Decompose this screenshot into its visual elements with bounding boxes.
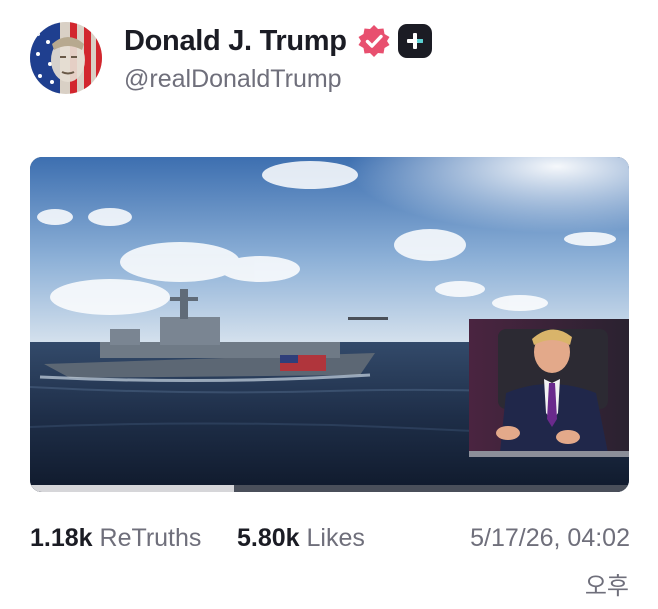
video-frame [30, 157, 629, 492]
author-name-row: Donald J. Trump [124, 21, 432, 61]
post-header: Donald J. Trump @realDonaldTrump [30, 20, 630, 100]
likes-stat[interactable]: 5.80k Likes [237, 524, 365, 553]
post-date[interactable]: 5/17/26, 04:02 [470, 524, 630, 553]
post-time-period: 오후 [584, 573, 629, 600]
retruths-label: ReTruths [99, 524, 202, 552]
video-progress-bar[interactable] [30, 485, 629, 492]
avatar[interactable] [30, 22, 102, 94]
author-name[interactable]: Donald J. Trump [124, 25, 347, 58]
author-handle[interactable]: @realDonaldTrump [124, 65, 342, 94]
likes-count: 5.80k [237, 524, 300, 552]
retruths-count: 1.18k [30, 524, 93, 552]
verified-badge-icon [357, 24, 391, 58]
post-stats: 1.18k ReTruths 5.80k Likes 5/17/26, 04:0… [30, 524, 630, 564]
video-progress-fill [30, 485, 234, 492]
likes-label: Likes [306, 524, 365, 552]
retruths-stat[interactable]: 1.18k ReTruths [30, 524, 201, 553]
video-player[interactable] [30, 157, 629, 492]
truth-plus-icon [397, 24, 432, 58]
